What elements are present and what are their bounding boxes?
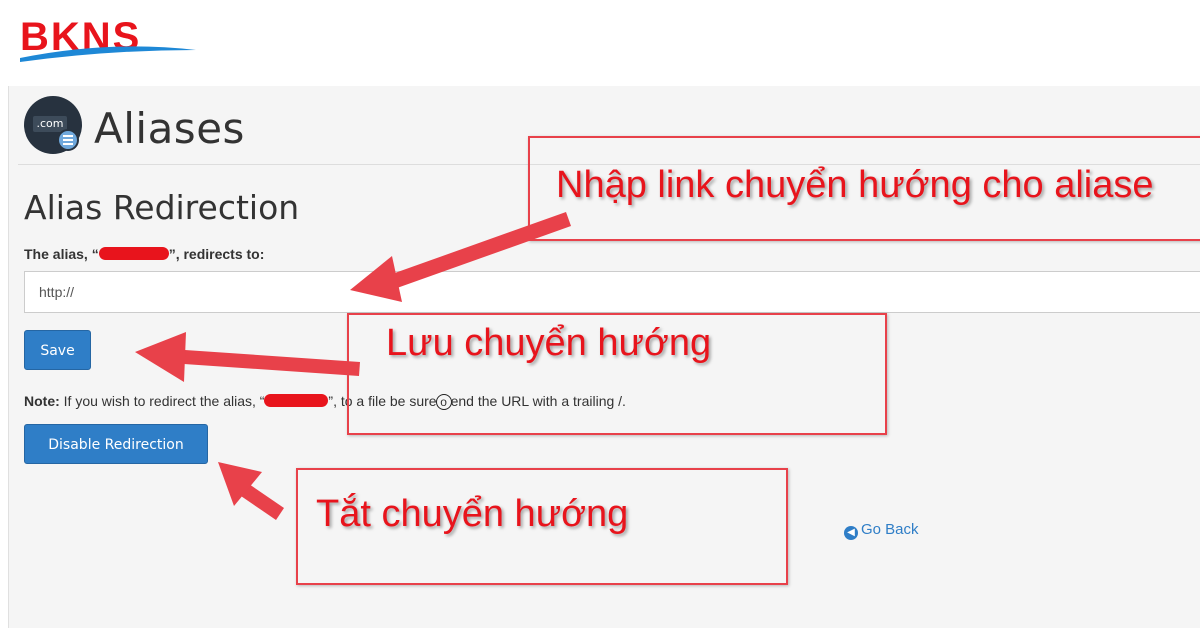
alias-label-suffix: ”, redirects to:	[168, 246, 265, 262]
brand-header: BKNS	[0, 0, 1200, 86]
go-back-label: Go Back	[861, 521, 919, 538]
disable-redirection-button[interactable]: Disable Redirection	[24, 424, 208, 464]
note-label: Note:	[24, 393, 60, 409]
redacted-alias	[98, 247, 169, 260]
alias-redirect-label: The alias, “ ”, redirects to:	[24, 246, 264, 262]
go-back-link[interactable]: ◀ Go Back	[844, 521, 919, 540]
save-button[interactable]: Save	[24, 330, 91, 370]
annotation-input-text: Nhập link chuyển hướng cho aliase	[556, 164, 1154, 206]
annotation-save-text: Lưu chuyển hướng	[386, 322, 712, 364]
redirect-url-input[interactable]	[24, 271, 1200, 313]
aliases-page-icon: .com	[24, 96, 82, 154]
annotation-disable-text: Tắt chuyển hướng	[316, 493, 629, 535]
circle-arrow-left-icon: ◀	[844, 526, 858, 540]
menu-lines-icon	[57, 129, 79, 151]
alias-label-prefix: The alias, “	[24, 246, 99, 262]
section-title: Alias Redirection	[24, 188, 300, 227]
redacted-alias-note	[264, 394, 329, 407]
page-title: Aliases	[94, 104, 245, 153]
note-text-1: If you wish to redirect the alias, “	[59, 393, 265, 409]
bkns-logo: BKNS	[20, 15, 196, 62]
